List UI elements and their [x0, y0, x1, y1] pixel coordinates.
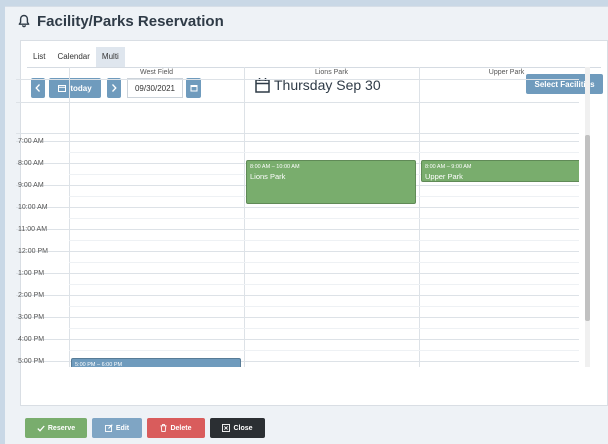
column-header-upper-park: Upper Park	[488, 69, 525, 76]
time-label: 8:00 AM	[18, 160, 44, 167]
event-title: Upper Park	[425, 172, 463, 181]
calendar-event[interactable]: 8:00 AM – 10:00 AM Lions Park	[246, 160, 416, 204]
close-label: Close	[233, 424, 253, 432]
time-label: 4:00 PM	[18, 336, 45, 343]
event-time: 8:00 AM – 10:00 AM	[250, 164, 300, 170]
event-time: 5:00 PM – 6:00 PM	[75, 362, 123, 367]
edit-button[interactable]: Edit	[92, 418, 142, 438]
title-bar: Facility/Parks Reservation	[5, 7, 608, 35]
event-title: Lions Park	[250, 172, 286, 181]
edit-label: Edit	[115, 424, 130, 432]
trash-icon	[160, 424, 167, 432]
time-label: 7:00 AM	[18, 138, 44, 145]
scrollbar-thumb[interactable]	[585, 135, 590, 321]
time-label: 1:00 PM	[18, 270, 45, 277]
column-header-west-field: West Field	[140, 69, 173, 76]
edit-icon	[104, 424, 113, 432]
time-label: 11:00 AM	[18, 226, 48, 233]
calendar-event[interactable]: 5:00 PM – 6:00 PMLearn to Skate - Learn …	[71, 358, 241, 367]
close-icon	[222, 424, 231, 432]
delete-label: Delete	[170, 424, 192, 432]
calendar-event[interactable]: 8:00 AM – 9:00 AM Upper Park	[421, 160, 579, 182]
calendar-scrollbar[interactable]	[585, 67, 590, 367]
reserve-label: Reserve	[47, 424, 76, 432]
column-header-lions-park: Lions Park	[314, 69, 349, 76]
time-label: 2:00 PM	[18, 292, 45, 299]
tab-multi[interactable]: Multi	[95, 47, 125, 67]
time-label: 3:00 PM	[18, 314, 45, 321]
reservation-window: Facility/Parks Reservation List Calendar…	[5, 6, 608, 444]
action-bar: Reserve Edit Delete Close	[25, 418, 265, 438]
time-label: 9:00 AM	[18, 182, 44, 189]
time-label: 10:00 AM	[18, 204, 48, 211]
time-label: 5:00 PM	[18, 358, 45, 365]
bell-icon	[18, 14, 30, 28]
time-label: 12:00 PM	[18, 248, 48, 255]
calendar-grid: West Field Lions Park Upper Park 7:00 AM…	[16, 67, 579, 367]
grid-lines	[16, 67, 579, 367]
tab-calendar[interactable]: Calendar	[51, 47, 95, 67]
check-icon	[37, 425, 45, 432]
event-time: 8:00 AM – 9:00 AM	[425, 164, 472, 170]
close-button[interactable]: Close	[210, 418, 265, 438]
tab-list[interactable]: List	[27, 47, 51, 67]
view-tabs: List Calendar Multi	[27, 47, 125, 67]
page-title: Facility/Parks Reservation	[37, 12, 224, 30]
delete-button[interactable]: Delete	[147, 418, 205, 438]
reserve-button[interactable]: Reserve	[25, 418, 87, 438]
